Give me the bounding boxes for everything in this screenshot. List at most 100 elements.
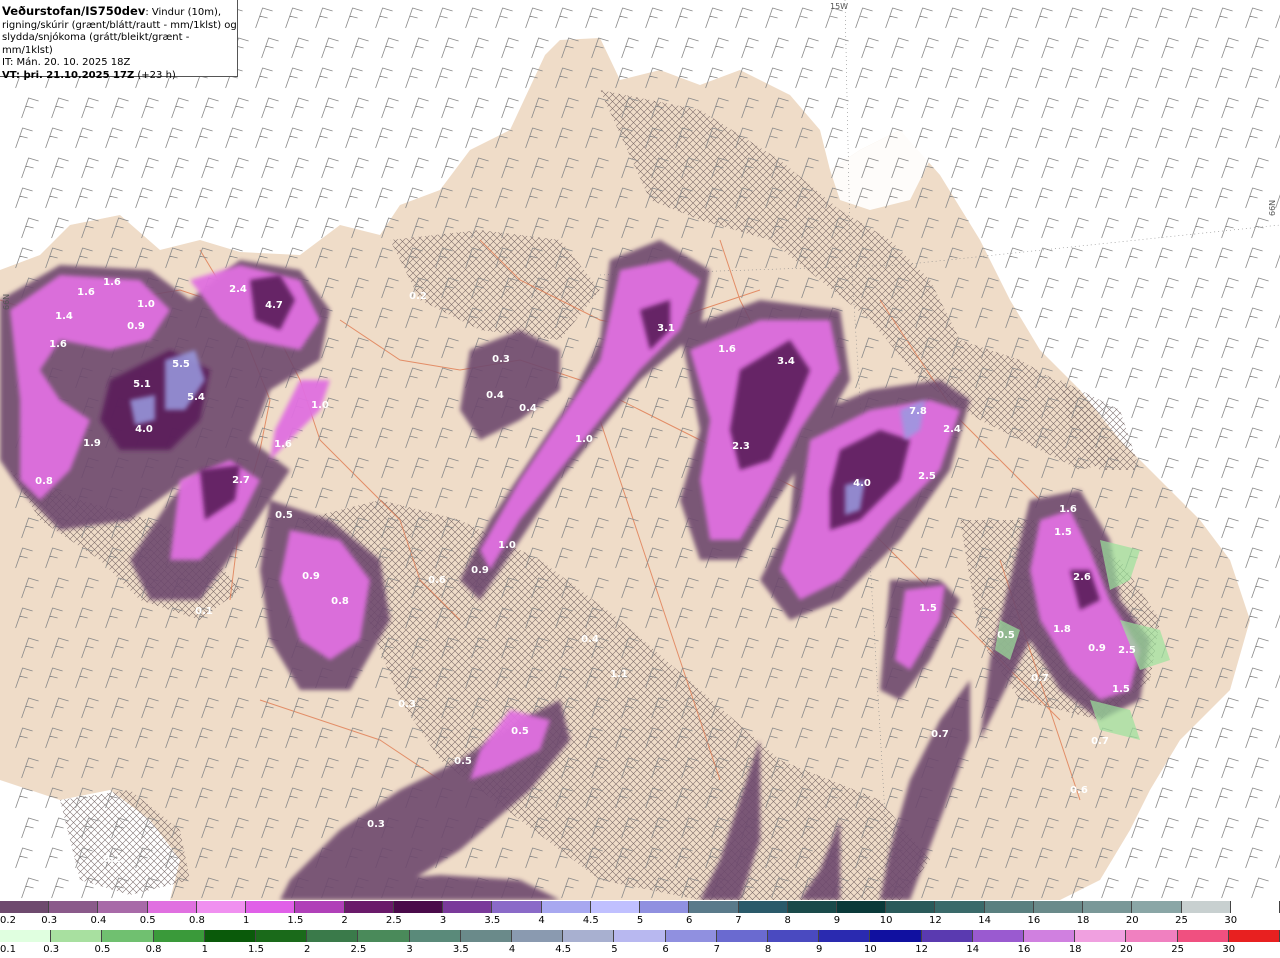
colorbar-swatch <box>49 901 99 913</box>
valid-time: VT: þri. 21.10.2025 17Z <box>2 69 135 81</box>
grid-label-66n-right: 66N <box>1268 199 1277 216</box>
colorbar-swatch <box>344 901 394 913</box>
colorbar-tick-label: 2 <box>304 944 311 955</box>
colorbar-swatch <box>196 901 247 913</box>
colorbar-tick-label: 12 <box>929 915 942 926</box>
precip-value-label: 1.0 <box>311 400 329 411</box>
precip-value-label: 0.2 <box>103 854 121 865</box>
precip-value-label: 0.9 <box>1088 643 1106 654</box>
colorbar-swatch <box>984 901 1034 913</box>
precip-value-label: 0.8 <box>331 596 349 607</box>
precip-value-label: 0.6 <box>1070 785 1088 796</box>
precip-value-label: 0.4 <box>519 403 537 414</box>
colorbar-swatch <box>689 901 739 913</box>
precip-value-label: 1.6 <box>49 339 67 350</box>
colorbar-tick-label: 12 <box>915 944 928 955</box>
colorbar-tick-label: 0.3 <box>41 915 58 926</box>
colorbar-swatch <box>512 930 564 942</box>
precip-value-label: 0.5 <box>454 756 472 767</box>
precip-value-label: 0.5 <box>511 726 529 737</box>
colorbar-swatch <box>153 930 205 942</box>
colorbar-tick-label: 6 <box>662 944 669 955</box>
precip-value-label: 4.7 <box>265 300 283 311</box>
colorbar-swatch <box>1228 930 1280 942</box>
map-title: Veðurstofan/IS750dev <box>2 4 146 18</box>
colorbar-tick-label: 3.5 <box>452 944 469 955</box>
grid-label-66n-left: 66N <box>2 293 11 310</box>
colorbar-tick-label: 20 <box>1125 915 1139 926</box>
colorbar-swatch <box>246 901 296 913</box>
precip-value-label: 0.8 <box>35 476 53 487</box>
colorbar-tick-label: 5 <box>611 944 618 955</box>
colorbar-tick-label: 9 <box>833 915 841 926</box>
colorbar-swatch <box>1126 930 1178 942</box>
precip-value-label: 1.5 <box>1054 527 1072 538</box>
colorbar-swatch <box>1024 930 1076 942</box>
colorbar-tick-label: 10 <box>864 944 877 955</box>
colorbar-tick-label: 16 <box>1017 944 1031 955</box>
colorbar-swatch <box>563 930 615 942</box>
snow-colorbar <box>0 901 1280 913</box>
precip-value-label: 5.5 <box>172 359 190 370</box>
colorbar-swatch <box>1083 901 1133 913</box>
precip-value-label: 2.7 <box>232 475 250 486</box>
precip-value-label: 0.3 <box>367 819 385 830</box>
colorbar-swatch <box>614 930 666 942</box>
precip-value-label: 0.7 <box>1091 736 1109 747</box>
colorbar-swatch <box>295 901 345 913</box>
rain-colorbar <box>0 930 1280 942</box>
colorbar-swatch <box>393 901 444 913</box>
precip-value-label: 1.4 <box>55 311 73 322</box>
colorbar-swatch <box>738 901 788 913</box>
colorbar-tick-label: 3 <box>406 944 413 955</box>
precip-value-label: 1.6 <box>103 277 121 288</box>
colorbar-tick-label: 10 <box>879 915 893 926</box>
colorbar-tick-label: 0.1 <box>0 944 16 955</box>
precip-value-label: 2.4 <box>943 424 961 435</box>
colorbar-swatch <box>1230 901 1280 913</box>
colorbar-tick-label: 8 <box>784 915 791 926</box>
colorbar-swatch <box>0 930 52 942</box>
colorbar-tick-label: 25 <box>1175 915 1188 926</box>
colorbar-tick-label: 1 <box>201 944 208 955</box>
colorbar-tick-label: 0.4 <box>90 915 107 926</box>
colorbar-swatch <box>768 930 820 942</box>
precip-value-label: 0.3 <box>492 354 510 365</box>
precip-value-label: 0.9 <box>471 565 489 576</box>
colorbar-tick-label: 4 <box>538 915 545 926</box>
colorbar-swatch <box>640 901 690 913</box>
colorbar-tick-label: 0.8 <box>145 944 162 955</box>
colorbar-tick-label: 30 <box>1222 944 1236 955</box>
precip-value-label: 0.5 <box>997 630 1015 641</box>
precip-value-label: 1.6 <box>274 439 292 450</box>
colorbar-tick-label: 8 <box>764 944 772 955</box>
precip-value-label: 1.8 <box>1053 624 1071 635</box>
colorbar-swatch <box>787 901 837 913</box>
precip-value-label: 0.7 <box>931 729 949 740</box>
colorbar-swatch <box>972 930 1025 942</box>
precip-value-label: 3.4 <box>777 356 795 367</box>
colorbar-swatch <box>590 901 641 913</box>
colorbar-swatch <box>1177 930 1229 942</box>
colorbar-swatch <box>1132 901 1182 913</box>
precip-value-label: 5.1 <box>133 379 151 390</box>
colorbar-tick-label: 1.5 <box>248 944 264 955</box>
colorbar-tick-label: 4.5 <box>582 915 599 926</box>
colorbar-swatch <box>358 930 410 942</box>
colorbar-tick-label: 9 <box>816 944 823 955</box>
colorbar-swatch <box>836 901 887 913</box>
colorbar-swatch <box>147 901 197 913</box>
colorbar-swatch <box>51 930 103 942</box>
colorbar-swatch <box>819 930 871 942</box>
colorbar-tick-label: 7 <box>713 944 720 955</box>
header-line2: rigning/skúrir (grænt/blátt/rautt - mm/1… <box>2 19 237 31</box>
rain-colorbar-labels: 0.1 0.3 0.5 0.8 1 1.5 2 2.5 3 3.5 4 4.5 5 6 7 8 9 10 12 14 1… <box>0 944 1280 958</box>
colorbar-tick-label: 2 <box>341 915 348 926</box>
precip-value-label: 0.4 <box>581 634 599 645</box>
colorbar-tick-label: 0.2 <box>0 915 16 926</box>
colorbar-swatch <box>409 930 461 942</box>
lead-time: (+23 h) <box>134 69 176 81</box>
colorbar-tick-label: 4 <box>508 944 516 955</box>
colorbar-swatch <box>886 901 936 913</box>
colorbar-tick-label: 0.5 <box>94 944 111 955</box>
